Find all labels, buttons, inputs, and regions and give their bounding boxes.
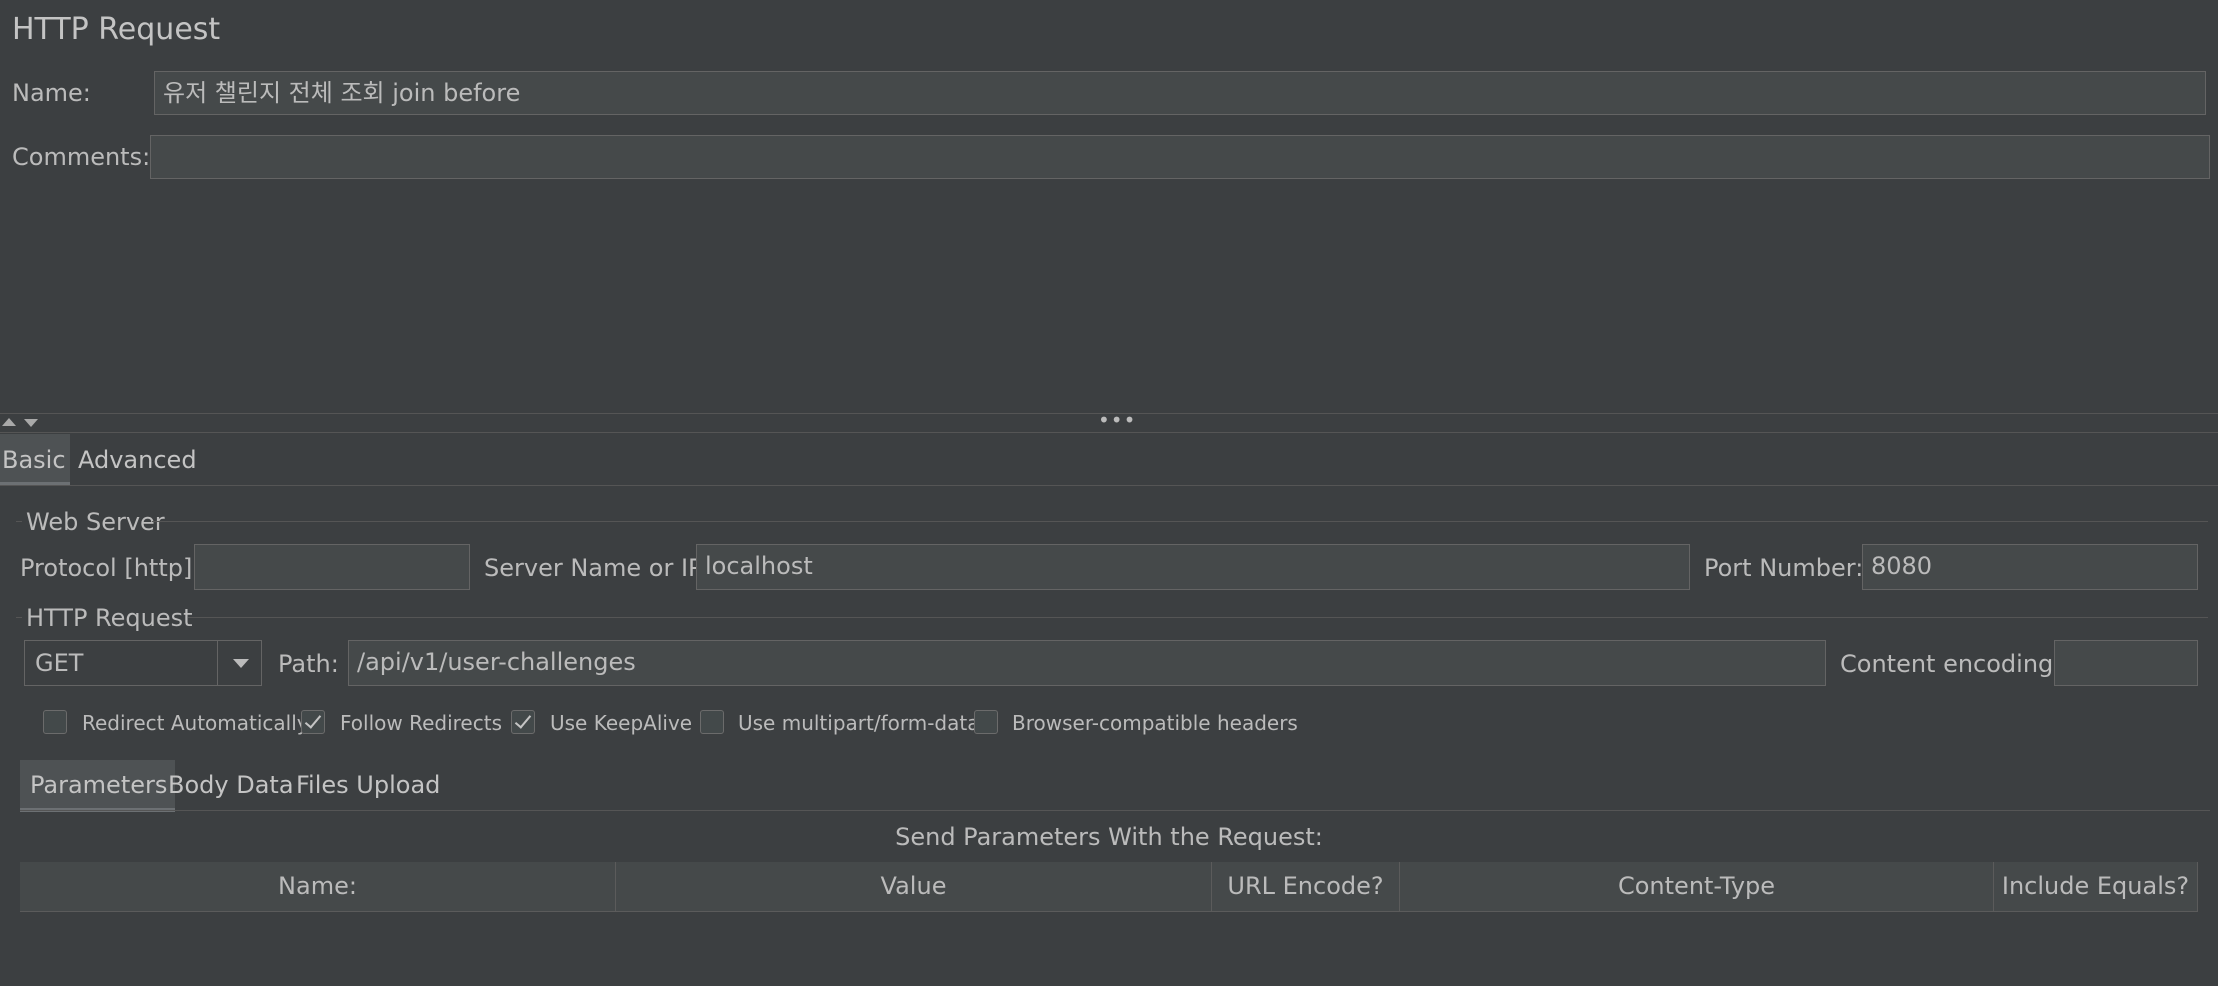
follow-redirects-label[interactable]: Follow Redirects: [340, 711, 502, 735]
chevron-down-icon[interactable]: [233, 659, 249, 668]
http-request-group-line-left: [16, 617, 22, 618]
redirect-automatically-label[interactable]: Redirect Automatically: [82, 711, 309, 735]
path-label: Path:: [278, 650, 339, 678]
tab-body-data[interactable]: Body Data: [168, 760, 294, 808]
column-header-value[interactable]: Value: [616, 862, 1212, 912]
method-select-separator: [217, 641, 218, 685]
comments-field[interactable]: [150, 135, 2210, 179]
browser-compatible-headers-label[interactable]: Browser-compatible headers: [1012, 711, 1298, 735]
column-header-include-equals[interactable]: Include Equals?: [1994, 862, 2198, 912]
tab-advanced[interactable]: Advanced: [78, 434, 197, 482]
content-encoding-label: Content encoding:: [1840, 650, 2062, 678]
tab-files-upload[interactable]: Files Upload: [296, 760, 440, 808]
http-request-group-line: [188, 617, 2208, 618]
path-field[interactable]: /api/v1/user-challenges: [348, 640, 1826, 686]
column-header-content-type[interactable]: Content-Type: [1400, 862, 1994, 912]
use-keepalive-label[interactable]: Use KeepAlive: [550, 711, 692, 735]
drag-handle-icon[interactable]: •••: [1098, 408, 1136, 432]
use-keepalive-checkbox[interactable]: [511, 710, 535, 734]
name-label: Name:: [12, 79, 91, 107]
server-name-field[interactable]: localhost: [696, 544, 1690, 590]
web-server-group-line-left: [16, 521, 22, 522]
parameters-table-body[interactable]: [20, 912, 2198, 982]
web-server-group-label: Web Server: [26, 508, 165, 536]
server-name-label: Server Name or IP:: [484, 554, 711, 582]
column-header-url-encode[interactable]: URL Encode?: [1212, 862, 1400, 912]
content-encoding-field[interactable]: [2054, 640, 2198, 686]
use-multipart-checkbox[interactable]: [700, 710, 724, 734]
protocol-label: Protocol [http]:: [20, 554, 201, 582]
http-request-panel: HTTP Request Name: 유저 챌린지 전체 조회 join bef…: [0, 0, 2218, 986]
method-value: GET: [35, 649, 84, 677]
collapse-up-icon[interactable]: [2, 418, 16, 426]
port-number-field[interactable]: 8080: [1862, 544, 2198, 590]
tab-basic[interactable]: Basic: [0, 434, 70, 486]
follow-redirects-checkbox[interactable]: [301, 710, 325, 734]
method-select[interactable]: GET: [24, 640, 262, 686]
collapse-down-icon[interactable]: [24, 419, 38, 427]
sub-tab-divider: [20, 810, 2210, 811]
tab-parameters[interactable]: Parameters: [20, 760, 176, 812]
use-multipart-label[interactable]: Use multipart/form-data: [738, 711, 979, 735]
tab-divider: [0, 485, 2218, 486]
panel-splitter[interactable]: •••: [0, 408, 2218, 433]
name-field[interactable]: 유저 챌린지 전체 조회 join before: [154, 71, 2206, 115]
protocol-field[interactable]: [194, 544, 470, 590]
port-number-label: Port Number:: [1704, 554, 1864, 582]
page-title: HTTP Request: [12, 12, 221, 47]
browser-compatible-headers-checkbox[interactable]: [974, 710, 998, 734]
http-request-group-label: HTTP Request: [26, 604, 193, 632]
comments-label: Comments:: [12, 143, 151, 171]
parameters-caption: Send Parameters With the Request:: [895, 823, 1323, 851]
redirect-automatically-checkbox[interactable]: [43, 710, 67, 734]
web-server-group-line: [152, 521, 2208, 522]
column-header-name[interactable]: Name:: [20, 862, 616, 912]
